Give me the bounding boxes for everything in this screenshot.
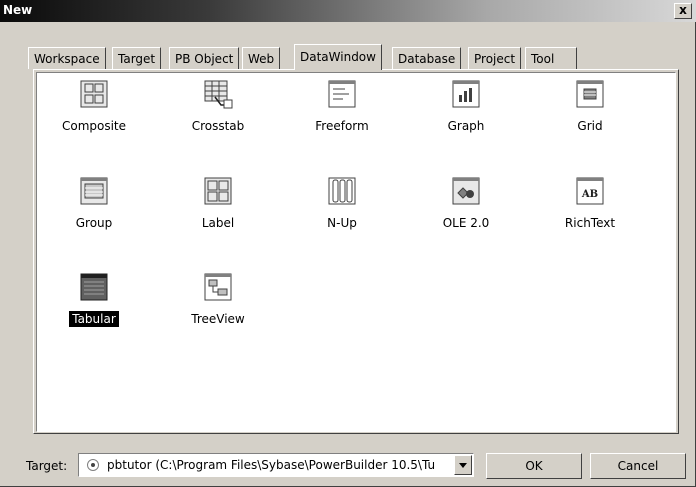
freeform-icon xyxy=(328,80,356,108)
item-label: Label xyxy=(201,216,235,230)
grid-icon xyxy=(576,80,604,108)
item-label: OLE 2.0 xyxy=(442,216,490,230)
ole-icon xyxy=(452,177,480,205)
item-label: Graph xyxy=(447,119,485,133)
tab-project[interactable]: Project xyxy=(468,47,522,69)
target-value: pbtutor (C:\Program Files\Sybase\PowerBu… xyxy=(107,458,436,472)
richtext-icon: AB xyxy=(576,177,604,205)
cancel-button[interactable]: Cancel xyxy=(590,453,686,479)
tab-web[interactable]: Web xyxy=(242,47,281,69)
tab-target[interactable]: Target xyxy=(112,47,162,69)
crosstab-icon xyxy=(204,80,233,109)
tab-tool[interactable]: Tool xyxy=(525,47,577,69)
tab-database[interactable]: Database xyxy=(392,47,462,69)
title-bar[interactable]: New x xyxy=(0,0,696,22)
target-select[interactable]: pbtutor (C:\Program Files\Sybase\PowerBu… xyxy=(78,453,474,477)
item-label: Tabular xyxy=(39,311,149,327)
datawindow-style-list[interactable]: Composite Crosstab Freeform Graph Grid G… xyxy=(36,72,676,432)
tabular-icon xyxy=(80,273,108,301)
item-label: N-Up xyxy=(327,216,357,230)
target-label: Target: xyxy=(26,459,68,473)
dropdown-arrow-icon[interactable] xyxy=(454,455,472,475)
label-icon xyxy=(204,177,232,205)
n-up-icon xyxy=(328,177,356,205)
composite-icon xyxy=(80,80,108,108)
ok-button[interactable]: OK xyxy=(486,453,582,479)
item-label: Crosstab xyxy=(191,119,245,133)
tab-datawindow[interactable]: DataWindow xyxy=(294,44,382,70)
item-label: Grid xyxy=(577,119,603,133)
item-label: Group xyxy=(75,216,113,230)
item-label: TreeView xyxy=(191,312,245,326)
window-title: New xyxy=(3,3,33,17)
tab-pb-object[interactable]: PB Object xyxy=(169,47,240,69)
tab-workspace[interactable]: Workspace xyxy=(28,47,106,69)
item-label: RichText xyxy=(564,216,616,230)
new-dialog: New x Workspace Target PB Object Web Dat… xyxy=(0,0,696,487)
graph-icon xyxy=(452,80,480,108)
treeview-icon xyxy=(204,273,232,301)
item-label: Composite xyxy=(61,119,127,133)
svg-text:AB: AB xyxy=(581,189,598,200)
item-label: Freeform xyxy=(315,119,369,133)
close-button[interactable]: x xyxy=(674,3,692,19)
group-icon xyxy=(80,177,108,205)
target-radio-icon xyxy=(87,459,99,471)
